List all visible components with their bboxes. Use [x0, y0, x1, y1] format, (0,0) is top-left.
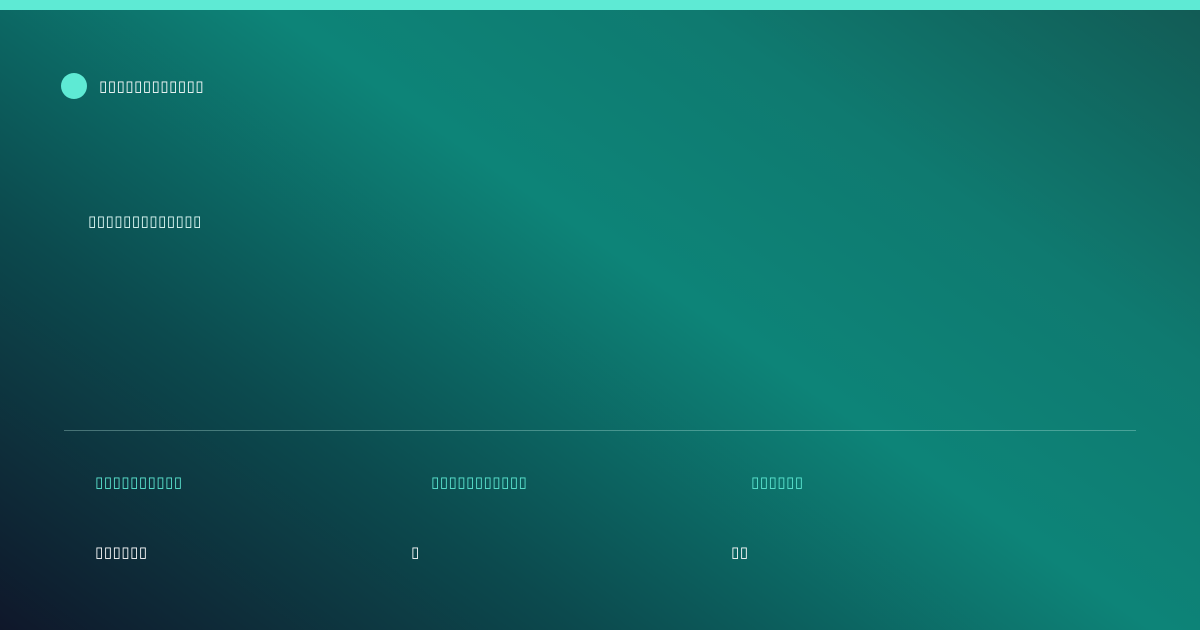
- stat-label: ▯▯▯▯▯▯: [751, 473, 804, 491]
- stat-value: ▯: [411, 543, 420, 561]
- accent-top-bar: [0, 0, 1200, 10]
- divider: [64, 430, 1136, 431]
- stat-value: ▯▯▯▯▯▯: [95, 543, 148, 561]
- headline: ▯▯▯▯▯▯▯▯▯▯▯▯▯: [88, 212, 202, 230]
- brand-logo-icon: [61, 73, 87, 99]
- brand-name: ▯▯▯▯▯▯▯▯▯▯▯▯: [99, 77, 205, 95]
- stat-label: ▯▯▯▯▯▯▯▯▯▯▯: [431, 473, 528, 491]
- social-card: ▯▯▯▯▯▯▯▯▯▯▯▯ ▯▯▯▯▯▯▯▯▯▯▯▯▯ ▯▯▯▯▯▯▯▯▯▯ ▯▯…: [0, 0, 1200, 630]
- stat-value: ▯▯: [731, 543, 749, 561]
- stat-label: ▯▯▯▯▯▯▯▯▯▯: [95, 473, 183, 491]
- brand: ▯▯▯▯▯▯▯▯▯▯▯▯: [61, 73, 204, 99]
